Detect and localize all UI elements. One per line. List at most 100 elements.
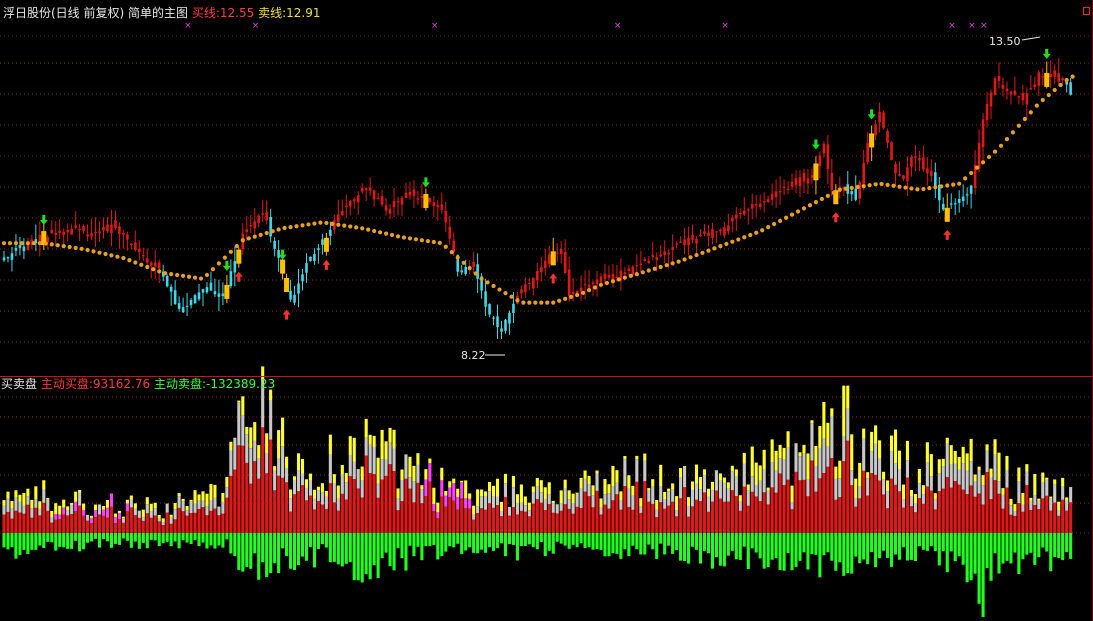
buy-volume-top: [440, 467, 444, 481]
buy-volume-bar: [133, 515, 137, 533]
buy-volume-bar: [448, 497, 452, 533]
buy-volume-segment: [929, 476, 933, 491]
sell-volume-bar: [905, 533, 910, 561]
buy-volume-bar: [289, 511, 293, 533]
buy-volume-top: [587, 475, 591, 484]
buy-volume-bar: [30, 517, 34, 533]
buy-volume-top: [870, 431, 874, 452]
candle-body: [707, 232, 710, 237]
candle-body: [949, 203, 953, 205]
buy-volume-top: [702, 469, 707, 476]
ma-dot: [252, 234, 257, 239]
main-chart-title[interactable]: 浮日股份(日线 前复权) 简单的主图: [3, 6, 188, 20]
buy-volume-segment: [468, 498, 472, 509]
candle-body: [571, 292, 575, 295]
buy-volume-segment: [989, 477, 993, 500]
ma-dot: [515, 298, 520, 303]
sell-volume-bar: [356, 533, 360, 581]
buy-volume-segment: [121, 518, 125, 523]
ma-dot: [491, 283, 496, 289]
candle-body: [854, 188, 858, 200]
sell-volume-bar: [858, 533, 862, 564]
buy-volume-segment: [444, 495, 448, 507]
buy-volume-bar: [615, 494, 619, 533]
ma-dot: [628, 273, 633, 278]
buy-volume-segment: [58, 514, 62, 520]
buy-volume-bar: [770, 487, 774, 533]
sell-volume-bar: [320, 533, 324, 545]
buy-volume-bar: [332, 502, 336, 533]
ma-dot: [1058, 82, 1063, 88]
buy-volume-segment: [46, 499, 50, 511]
candle-body: [404, 192, 408, 198]
sell-volume-bar: [591, 533, 595, 550]
sell-volume-bar: [93, 533, 98, 539]
candle-body: [997, 76, 1001, 81]
buy-volume-bar: [241, 445, 245, 533]
buy-volume-bar: [842, 461, 846, 533]
sell-volume-bar: [324, 533, 328, 548]
candle-body: [902, 175, 905, 179]
ma-dot: [921, 186, 926, 192]
buy-volume-top: [93, 504, 98, 511]
buy-volume-segment: [70, 505, 74, 514]
ma-dot: [336, 222, 341, 227]
buy-volume-bar: [62, 514, 66, 533]
buy-volume-bar: [66, 515, 70, 533]
buy-volume-bar: [472, 519, 476, 533]
candle-body: [392, 200, 396, 208]
buy-volume-bar: [26, 504, 30, 533]
sell-volume-bar: [762, 533, 766, 569]
sell-volume-bar: [655, 533, 659, 559]
candle-body: [1061, 78, 1064, 81]
sub-chart-title[interactable]: 买卖盘: [1, 377, 37, 391]
candle-body: [448, 226, 452, 239]
sell-volume-bar: [722, 533, 726, 567]
buy-volume-bar: [356, 488, 360, 533]
buy-volume-bar: [269, 439, 273, 533]
sell-volume-bar: [1033, 533, 1037, 565]
sell-volume-bar: [750, 533, 754, 549]
buy-volume-bar: [882, 494, 886, 533]
buy-volume-bar: [344, 499, 348, 533]
ma-dot: [903, 185, 908, 190]
sell-volume-bar: [145, 533, 149, 549]
ma-dot: [748, 232, 753, 238]
sell-volume-bar: [651, 533, 655, 550]
buy-volume-top: [878, 440, 882, 459]
candle-body: [550, 251, 556, 266]
ma-dot: [186, 274, 192, 279]
buy-volume-top: [149, 503, 153, 512]
candle-body: [786, 188, 790, 190]
candle-body: [301, 274, 304, 282]
ma-dot: [1052, 87, 1057, 93]
ma-dot: [210, 267, 216, 272]
buy-volume-top: [627, 475, 631, 489]
buy-volume-segment: [631, 495, 635, 510]
buy-volume-bar: [476, 513, 480, 533]
buy-volume-top: [893, 429, 898, 464]
candle-body: [543, 260, 547, 269]
buy-volume-bar: [460, 498, 464, 533]
buy-volume-top: [205, 493, 209, 507]
maximize-box-icon[interactable]: [1083, 7, 1090, 15]
candle-body: [675, 243, 678, 245]
buy-volume-top: [185, 505, 189, 511]
ma-dot: [288, 225, 293, 230]
buy-volume-top: [213, 484, 217, 498]
buy-volume-top: [897, 450, 902, 470]
sell-volume-bar: [886, 533, 890, 558]
buy-volume-bar: [324, 508, 328, 533]
candle-body: [878, 111, 881, 123]
sell-volume-bar: [659, 533, 663, 544]
sell-volume-bar: [336, 533, 340, 565]
buy-volume-top: [754, 462, 758, 486]
candle-body: [647, 260, 651, 264]
buy-volume-bar: [1013, 515, 1017, 533]
sell-volume-bar: [213, 533, 217, 549]
buy-volume-segment: [277, 458, 281, 476]
buy-volume-top: [125, 499, 129, 504]
sell-volume-bar: [1041, 533, 1045, 548]
buy-volume-top: [304, 479, 309, 488]
buy-volume-segment: [117, 513, 121, 520]
